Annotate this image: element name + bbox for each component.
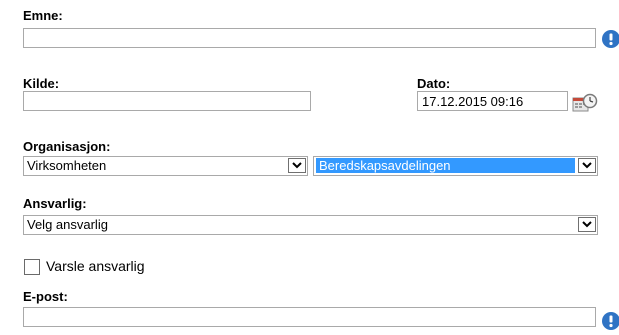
varsle-label: Varsle ansvarlig — [46, 258, 145, 274]
organisasjon-label: Organisasjon: — [23, 139, 111, 154]
chevron-down-icon[interactable] — [288, 158, 306, 173]
ansvarlig-label: Ansvarlig: — [23, 196, 87, 211]
dato-input[interactable]: 17.12.2015 09:16 — [417, 91, 568, 111]
dato-label: Dato: — [417, 76, 451, 91]
ansvarlig-select[interactable]: Velg ansvarlig — [23, 215, 598, 235]
epost-label: E-post: — [23, 289, 68, 304]
organisasjon-select-value: Virksomheten — [27, 158, 107, 173]
calendar-clock-icon[interactable] — [572, 92, 598, 114]
chevron-down-icon[interactable] — [578, 158, 596, 173]
avdeling-select[interactable]: Beredskapsavdelingen — [313, 156, 598, 176]
ansvarlig-select-value: Velg ansvarlig — [27, 217, 108, 232]
kilde-label: Kilde: — [23, 76, 60, 91]
epost-input[interactable] — [23, 307, 596, 327]
varsle-checkbox[interactable] — [24, 259, 40, 275]
emne-input[interactable] — [23, 28, 596, 48]
avdeling-select-value: Beredskapsavdelingen — [316, 158, 575, 173]
info-icon[interactable] — [602, 30, 619, 48]
emne-label: Emne: — [23, 8, 63, 23]
chevron-down-icon[interactable] — [578, 217, 596, 232]
info-icon[interactable] — [602, 312, 619, 330]
organisasjon-select[interactable]: Virksomheten — [23, 156, 308, 176]
kilde-input[interactable] — [23, 91, 311, 111]
